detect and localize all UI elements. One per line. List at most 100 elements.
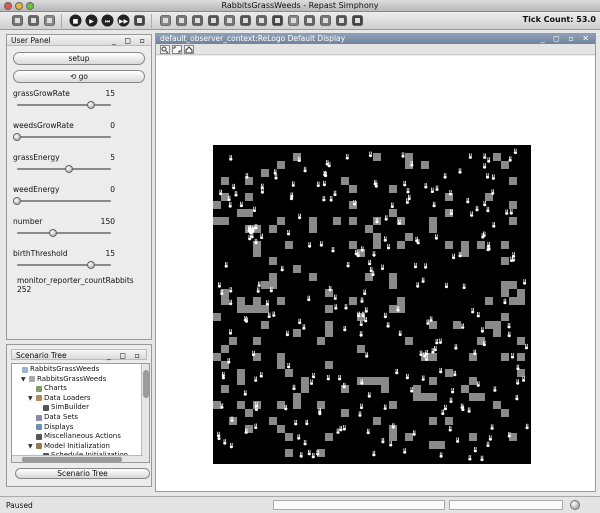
grass-patch xyxy=(229,337,237,345)
reset-icon[interactable] xyxy=(132,13,147,28)
user-panel-header: User Panel _ ◻ ▫ xyxy=(7,35,151,46)
sphere-icon[interactable] xyxy=(238,13,253,28)
slider-track[interactable] xyxy=(13,197,111,205)
grass-patch xyxy=(213,353,221,361)
tree-item[interactable]: Miscellaneous Actions xyxy=(28,432,121,441)
grass-patch xyxy=(341,409,349,417)
zoom-icon[interactable] xyxy=(160,45,170,54)
status-bar: Paused xyxy=(0,496,600,513)
calculator-icon[interactable] xyxy=(318,13,333,28)
minimize-window-button[interactable] xyxy=(15,2,23,10)
grid-icon[interactable] xyxy=(302,13,317,28)
tree-item[interactable]: ▼ RabbitsGrassWeeds xyxy=(21,375,106,384)
tree-item[interactable]: SimBuilder xyxy=(35,403,89,412)
tool-icon[interactable] xyxy=(334,13,349,28)
slider-knob[interactable] xyxy=(87,101,96,109)
grass-patch xyxy=(373,417,381,425)
grass-patch xyxy=(373,233,381,241)
grass-patch xyxy=(445,241,453,249)
tree-item[interactable]: RabbitsGrassWeeds xyxy=(14,365,99,374)
grass-patch xyxy=(341,177,349,185)
grass-patch xyxy=(269,273,277,281)
tree-horizontal-scroll-thumb[interactable] xyxy=(22,457,122,462)
grass-patch xyxy=(349,217,357,225)
settings-icon[interactable] xyxy=(190,13,205,28)
panel-controls[interactable]: _ ◻ ▫ xyxy=(112,35,148,46)
network-icon[interactable] xyxy=(270,13,285,28)
stack-icon[interactable] xyxy=(42,13,57,28)
tree-panel-controls[interactable]: _ ◻ ▫ xyxy=(107,350,143,361)
svg-text:■: ■ xyxy=(73,18,79,25)
slider-knob[interactable] xyxy=(48,229,57,237)
save-icon[interactable] xyxy=(10,13,25,28)
grass-patch xyxy=(485,297,493,305)
display-panel: default_observer_context:ReLogo Default … xyxy=(155,33,596,492)
grass-patch xyxy=(517,369,525,377)
grass-patch xyxy=(501,257,509,265)
chart-icon[interactable] xyxy=(158,13,173,28)
tree-expander-icon[interactable]: ▼ xyxy=(28,394,34,403)
world-icon[interactable] xyxy=(254,13,269,28)
slider-knob[interactable] xyxy=(13,133,21,141)
truck-icon[interactable] xyxy=(350,13,365,28)
display-panel-controls[interactable]: _ ◻ ▫ ✕ xyxy=(541,34,592,44)
slider-track[interactable] xyxy=(13,133,111,141)
gear-icon[interactable] xyxy=(206,13,221,28)
svg-text:▶▶: ▶▶ xyxy=(119,18,129,25)
grass-patch xyxy=(389,433,397,441)
tree-item[interactable]: Displays xyxy=(28,423,73,432)
grass-patch xyxy=(237,377,245,385)
tree-vertical-scrollbar[interactable] xyxy=(141,364,149,462)
svg-text:▶: ▶ xyxy=(89,18,94,25)
slider-track[interactable] xyxy=(17,165,111,173)
slider-track[interactable] xyxy=(17,101,111,109)
grass-patch xyxy=(501,353,509,361)
tree-item-label: Model Initialization xyxy=(44,441,110,450)
tree-item[interactable]: Charts xyxy=(28,384,67,393)
grass-patch xyxy=(261,281,269,289)
tree-expander-icon[interactable]: ▼ xyxy=(28,442,34,451)
slider-knob[interactable] xyxy=(64,165,73,173)
globe-icon[interactable] xyxy=(222,13,237,28)
grass-patch xyxy=(357,345,365,353)
slider-value: 0 xyxy=(110,185,115,194)
table-icon[interactable] xyxy=(174,13,189,28)
grass-patch xyxy=(237,305,245,313)
slider-track[interactable] xyxy=(17,261,111,269)
tree-item[interactable]: Data Sets xyxy=(28,413,78,422)
tree-item[interactable]: ▼ Data Loaders xyxy=(28,394,91,403)
slider-label: number xyxy=(13,217,43,226)
go-button[interactable]: ⟲ go xyxy=(13,70,145,83)
grass-patch xyxy=(421,161,429,169)
database-icon[interactable] xyxy=(26,13,41,28)
setup-button[interactable]: setup xyxy=(13,52,145,65)
slider-knob[interactable] xyxy=(87,261,96,269)
grass-patch xyxy=(309,225,317,233)
grass-patch xyxy=(309,217,317,225)
grass-patch xyxy=(501,313,509,321)
close-window-button[interactable] xyxy=(4,2,12,10)
slider-track[interactable] xyxy=(17,229,111,237)
stop-icon[interactable]: ■ xyxy=(68,13,83,28)
step-icon[interactable]: ⏭ xyxy=(100,13,115,28)
scenario-tree-tab[interactable]: Scenario Tree xyxy=(15,468,150,479)
grass-patch xyxy=(437,441,445,449)
grass-patch xyxy=(277,297,285,305)
tree-vertical-scroll-thumb[interactable] xyxy=(143,370,149,398)
fit-icon[interactable] xyxy=(172,45,182,54)
run-icon[interactable]: ▶▶ xyxy=(116,13,131,28)
world-grid[interactable] xyxy=(213,145,531,464)
tree-item[interactable]: ▼ Model Initialization xyxy=(28,442,110,451)
tree-expander-icon[interactable]: ▼ xyxy=(21,375,27,384)
slider-knob[interactable] xyxy=(13,197,21,205)
grass-patch xyxy=(429,321,437,329)
tree-horizontal-scrollbar[interactable] xyxy=(12,455,143,462)
grass-patch xyxy=(237,297,245,305)
grass-patch xyxy=(269,257,277,265)
zoom-window-button[interactable] xyxy=(26,2,34,10)
play-icon[interactable]: ▶ xyxy=(84,13,99,28)
display-canvas-area xyxy=(156,56,595,491)
map-icon[interactable] xyxy=(286,13,301,28)
home-icon[interactable] xyxy=(184,45,194,54)
grass-patch xyxy=(245,409,253,417)
